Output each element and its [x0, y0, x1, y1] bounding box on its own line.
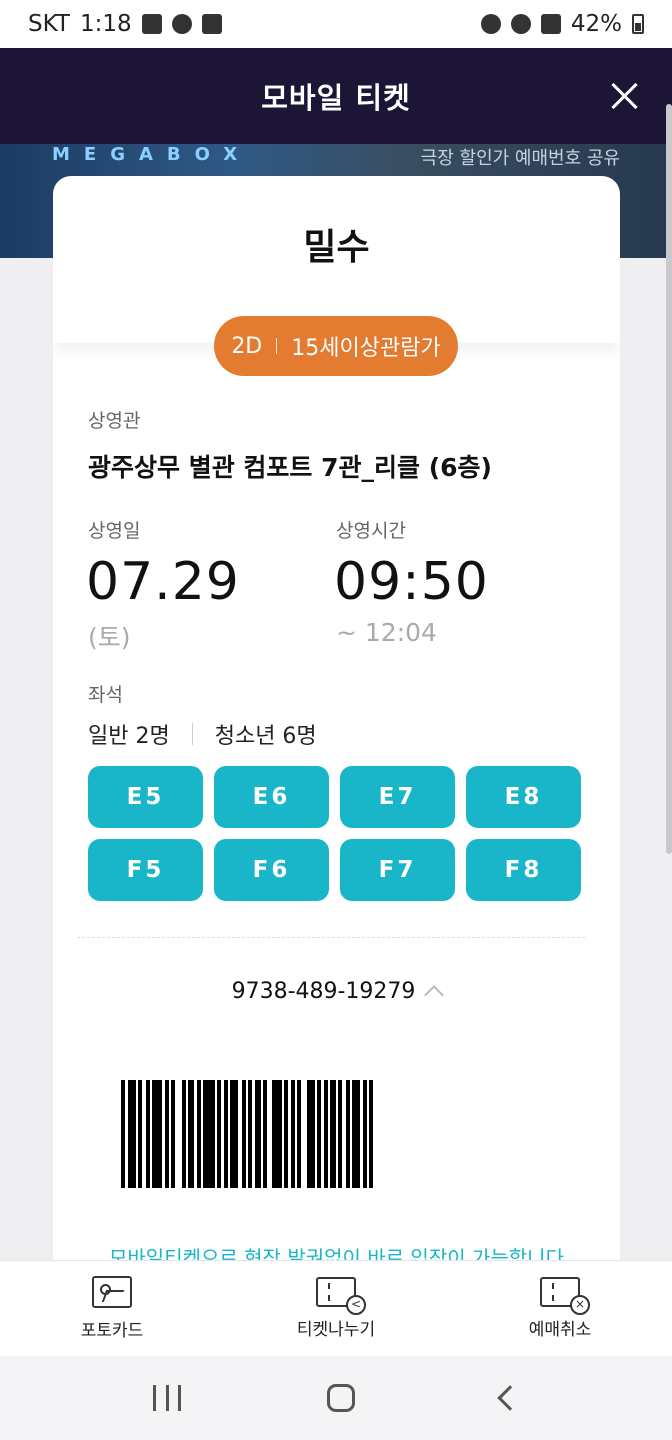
- theater-label: 상영관: [88, 410, 141, 432]
- mobile-ticket-notice: 모바일티켓으로 현장 발권없이 바로 입장이 가능합니다: [109, 1246, 564, 1260]
- movie-title: 밀수: [303, 226, 370, 268]
- cancel-booking-label: 예매취소: [528, 1320, 592, 1340]
- dashed-divider: [77, 937, 585, 938]
- chevron-up-icon[interactable]: [424, 984, 445, 1005]
- seat-chip: F7: [340, 839, 455, 901]
- ticket-share-icon: <: [316, 1277, 366, 1315]
- ticket-number-row[interactable]: 9738-489-19279: [53, 979, 620, 1005]
- barcode-bar: [307, 1080, 315, 1188]
- home-button[interactable]: [327, 1384, 355, 1412]
- system-nav-bar: [0, 1356, 672, 1440]
- screening-date: 07.29: [86, 552, 240, 612]
- clock: 1:18: [79, 11, 132, 37]
- status-bar: SKT 1:18 42%: [0, 0, 672, 48]
- app-notification-icon: [171, 14, 192, 34]
- ticket-cancel-icon: ×: [540, 1277, 590, 1315]
- seat-chip: F8: [466, 839, 581, 901]
- ticket-card: 밀수 2D 15세이상관람가 상영관 광주상무 별관 컴포트 7관_리클 (6층…: [53, 176, 620, 1260]
- screening-weekday: (토): [88, 623, 131, 652]
- carrier-label: SKT: [28, 11, 70, 37]
- seat-chip: E7: [340, 766, 455, 828]
- barcode-bar: [203, 1080, 215, 1188]
- audience-counts: 일반 2명 청소년 6명: [88, 718, 317, 750]
- close-button[interactable]: [610, 82, 638, 110]
- adult-count: 일반 2명: [88, 724, 170, 749]
- photo-card-button[interactable]: 포토카드: [0, 1261, 224, 1356]
- share-icon: <: [346, 1295, 366, 1315]
- youth-count: 청소년 6명: [214, 724, 317, 749]
- count-divider: [191, 723, 193, 745]
- seat-label: 좌석: [88, 684, 123, 706]
- scrollbar[interactable]: [666, 104, 672, 854]
- app-header: 모바일 티켓: [0, 48, 672, 144]
- page-title: 모바일 티켓: [261, 81, 411, 115]
- action-bar: 포토카드 < 티켓나누기 × 예매취소: [0, 1260, 672, 1356]
- cancel-booking-button[interactable]: × 예매취소: [448, 1261, 672, 1356]
- seat-chip: F6: [214, 839, 329, 901]
- barcode: [121, 1080, 551, 1188]
- end-time: ~ 12:04: [336, 618, 437, 647]
- barcode-bar: [352, 1080, 360, 1188]
- battery-percent: 42%: [570, 11, 622, 37]
- theater-name: 광주상무 별관 컴포트 7관_리클 (6층): [88, 453, 492, 482]
- gallery-notification-icon: [141, 14, 162, 34]
- seat-chip: E6: [214, 766, 329, 828]
- barcode-bar: [272, 1080, 282, 1188]
- time-label: 상영시간: [336, 520, 406, 542]
- alarm-icon: [480, 14, 501, 34]
- format-rating-badge: 2D 15세이상관람가: [214, 316, 458, 376]
- seat-chip: F5: [88, 839, 203, 901]
- badge-divider: [276, 338, 278, 354]
- signal-icon: [540, 14, 561, 34]
- format-label: 2D: [231, 333, 263, 359]
- photo-icon: [92, 1276, 132, 1308]
- seat-chip: E8: [466, 766, 581, 828]
- banner-faded-text: 극장 할인가 예매번호 공유: [420, 148, 620, 169]
- barcode-gap: [175, 1080, 182, 1188]
- recent-apps-button[interactable]: [153, 1385, 181, 1411]
- seat-chip: E5: [88, 766, 203, 828]
- barcode-bar: [230, 1080, 238, 1188]
- battery-icon: [632, 14, 644, 34]
- ticket-number: 9738-489-19279: [231, 979, 416, 1004]
- share-ticket-button[interactable]: < 티켓나누기: [224, 1261, 448, 1356]
- photo-card-label: 포토카드: [80, 1321, 144, 1341]
- barcode-bar: [128, 1080, 136, 1188]
- banner-logo: MEGABOX: [52, 144, 252, 165]
- start-time: 09:50: [334, 552, 489, 612]
- age-rating-label: 15세이상관람가: [291, 336, 441, 361]
- wifi-icon: [510, 14, 531, 34]
- alarm-app-notification-icon: [201, 14, 222, 34]
- cancel-x-icon: ×: [570, 1295, 590, 1315]
- seat-list: E5 E6 E7 E8 F5 F6 F7 F8: [88, 766, 581, 901]
- back-button[interactable]: [497, 1385, 523, 1411]
- share-ticket-label: 티켓나누기: [296, 1320, 376, 1340]
- barcode-gap: [373, 1080, 375, 1188]
- date-label: 상영일: [88, 520, 141, 542]
- barcode-bar: [152, 1080, 162, 1188]
